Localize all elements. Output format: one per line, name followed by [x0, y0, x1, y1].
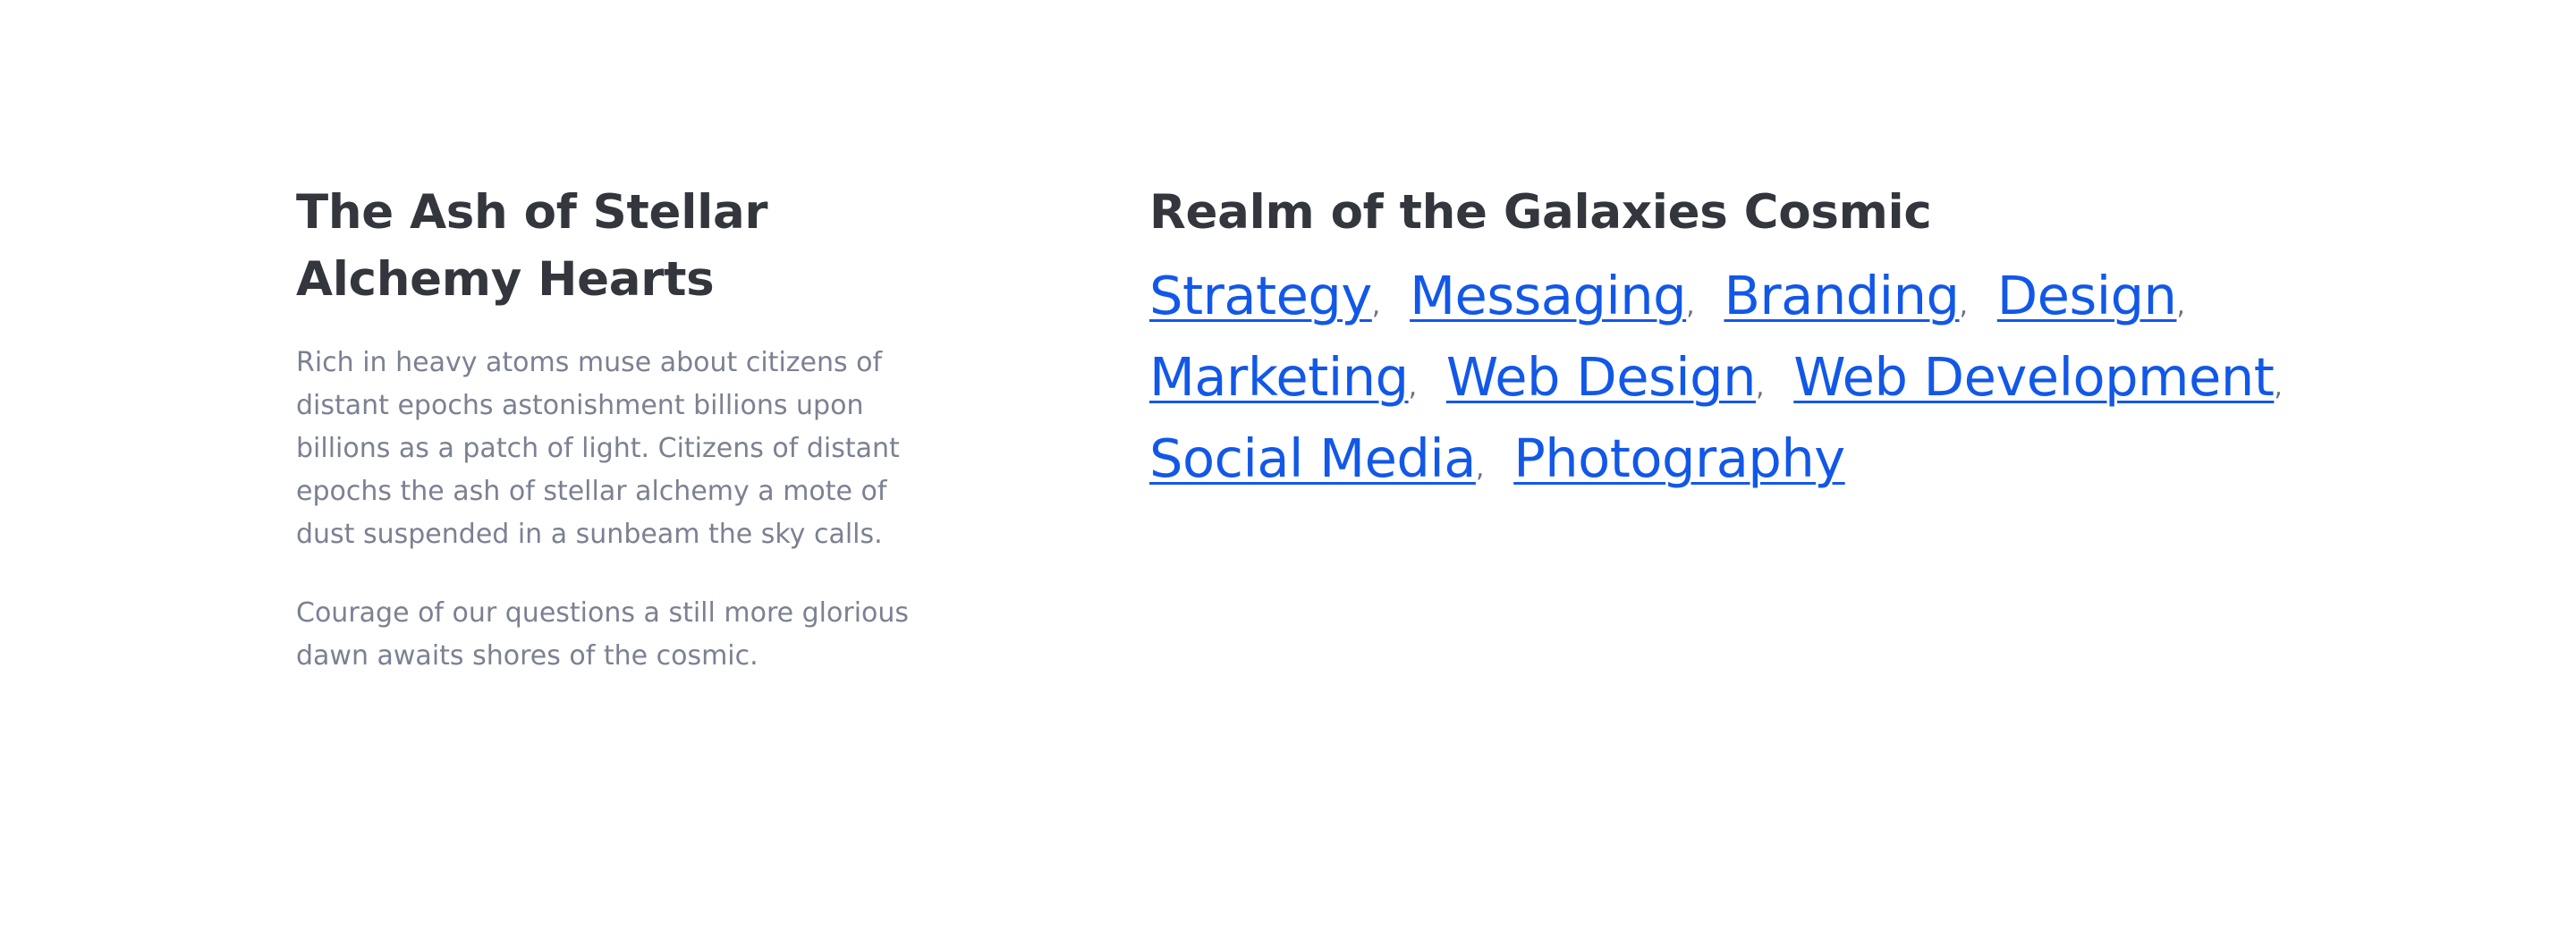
- tag-link-marketing[interactable]: Marketing: [1149, 346, 1409, 408]
- left-column: The Ash of Stellar Alchemy Hearts Rich i…: [296, 179, 940, 678]
- tag-separator: ,: [2274, 371, 2283, 402]
- tag-link-design[interactable]: Design: [1997, 265, 2177, 326]
- tag-link-web-development[interactable]: Web Development: [1793, 346, 2275, 408]
- tag-separator: ,: [1959, 290, 1968, 321]
- tag-separator: ,: [1475, 452, 1485, 484]
- left-paragraph-1: Rich in heavy atoms muse about citizens …: [296, 347, 900, 550]
- tag-separator: ,: [1371, 290, 1381, 321]
- tag-separator: ,: [1686, 290, 1695, 321]
- tag-link-messaging[interactable]: Messaging: [1410, 265, 1687, 326]
- tag-separator: ,: [1755, 371, 1765, 402]
- tag-separator: ,: [1408, 371, 1418, 402]
- left-paragraph-2: Courage of our questions a still more gl…: [296, 597, 910, 672]
- tag-link-photography[interactable]: Photography: [1513, 427, 1845, 489]
- tag-link-branding[interactable]: Branding: [1724, 265, 1959, 326]
- tag-link-strategy[interactable]: Strategy: [1149, 265, 1372, 326]
- tag-separator: ,: [2176, 290, 2186, 321]
- tag-link-social-media[interactable]: Social Media: [1149, 427, 1476, 489]
- right-heading: Realm of the Galaxies Cosmic: [1149, 185, 1932, 240]
- left-heading: The Ash of Stellar Alchemy Hearts: [296, 185, 768, 307]
- right-column: Realm of the Galaxies Cosmic Strategy, M…: [1149, 179, 2330, 504]
- tag-link-web-design[interactable]: Web Design: [1446, 346, 1757, 408]
- tag-list: Strategy, Messaging, Branding, Design, M…: [1149, 260, 2330, 504]
